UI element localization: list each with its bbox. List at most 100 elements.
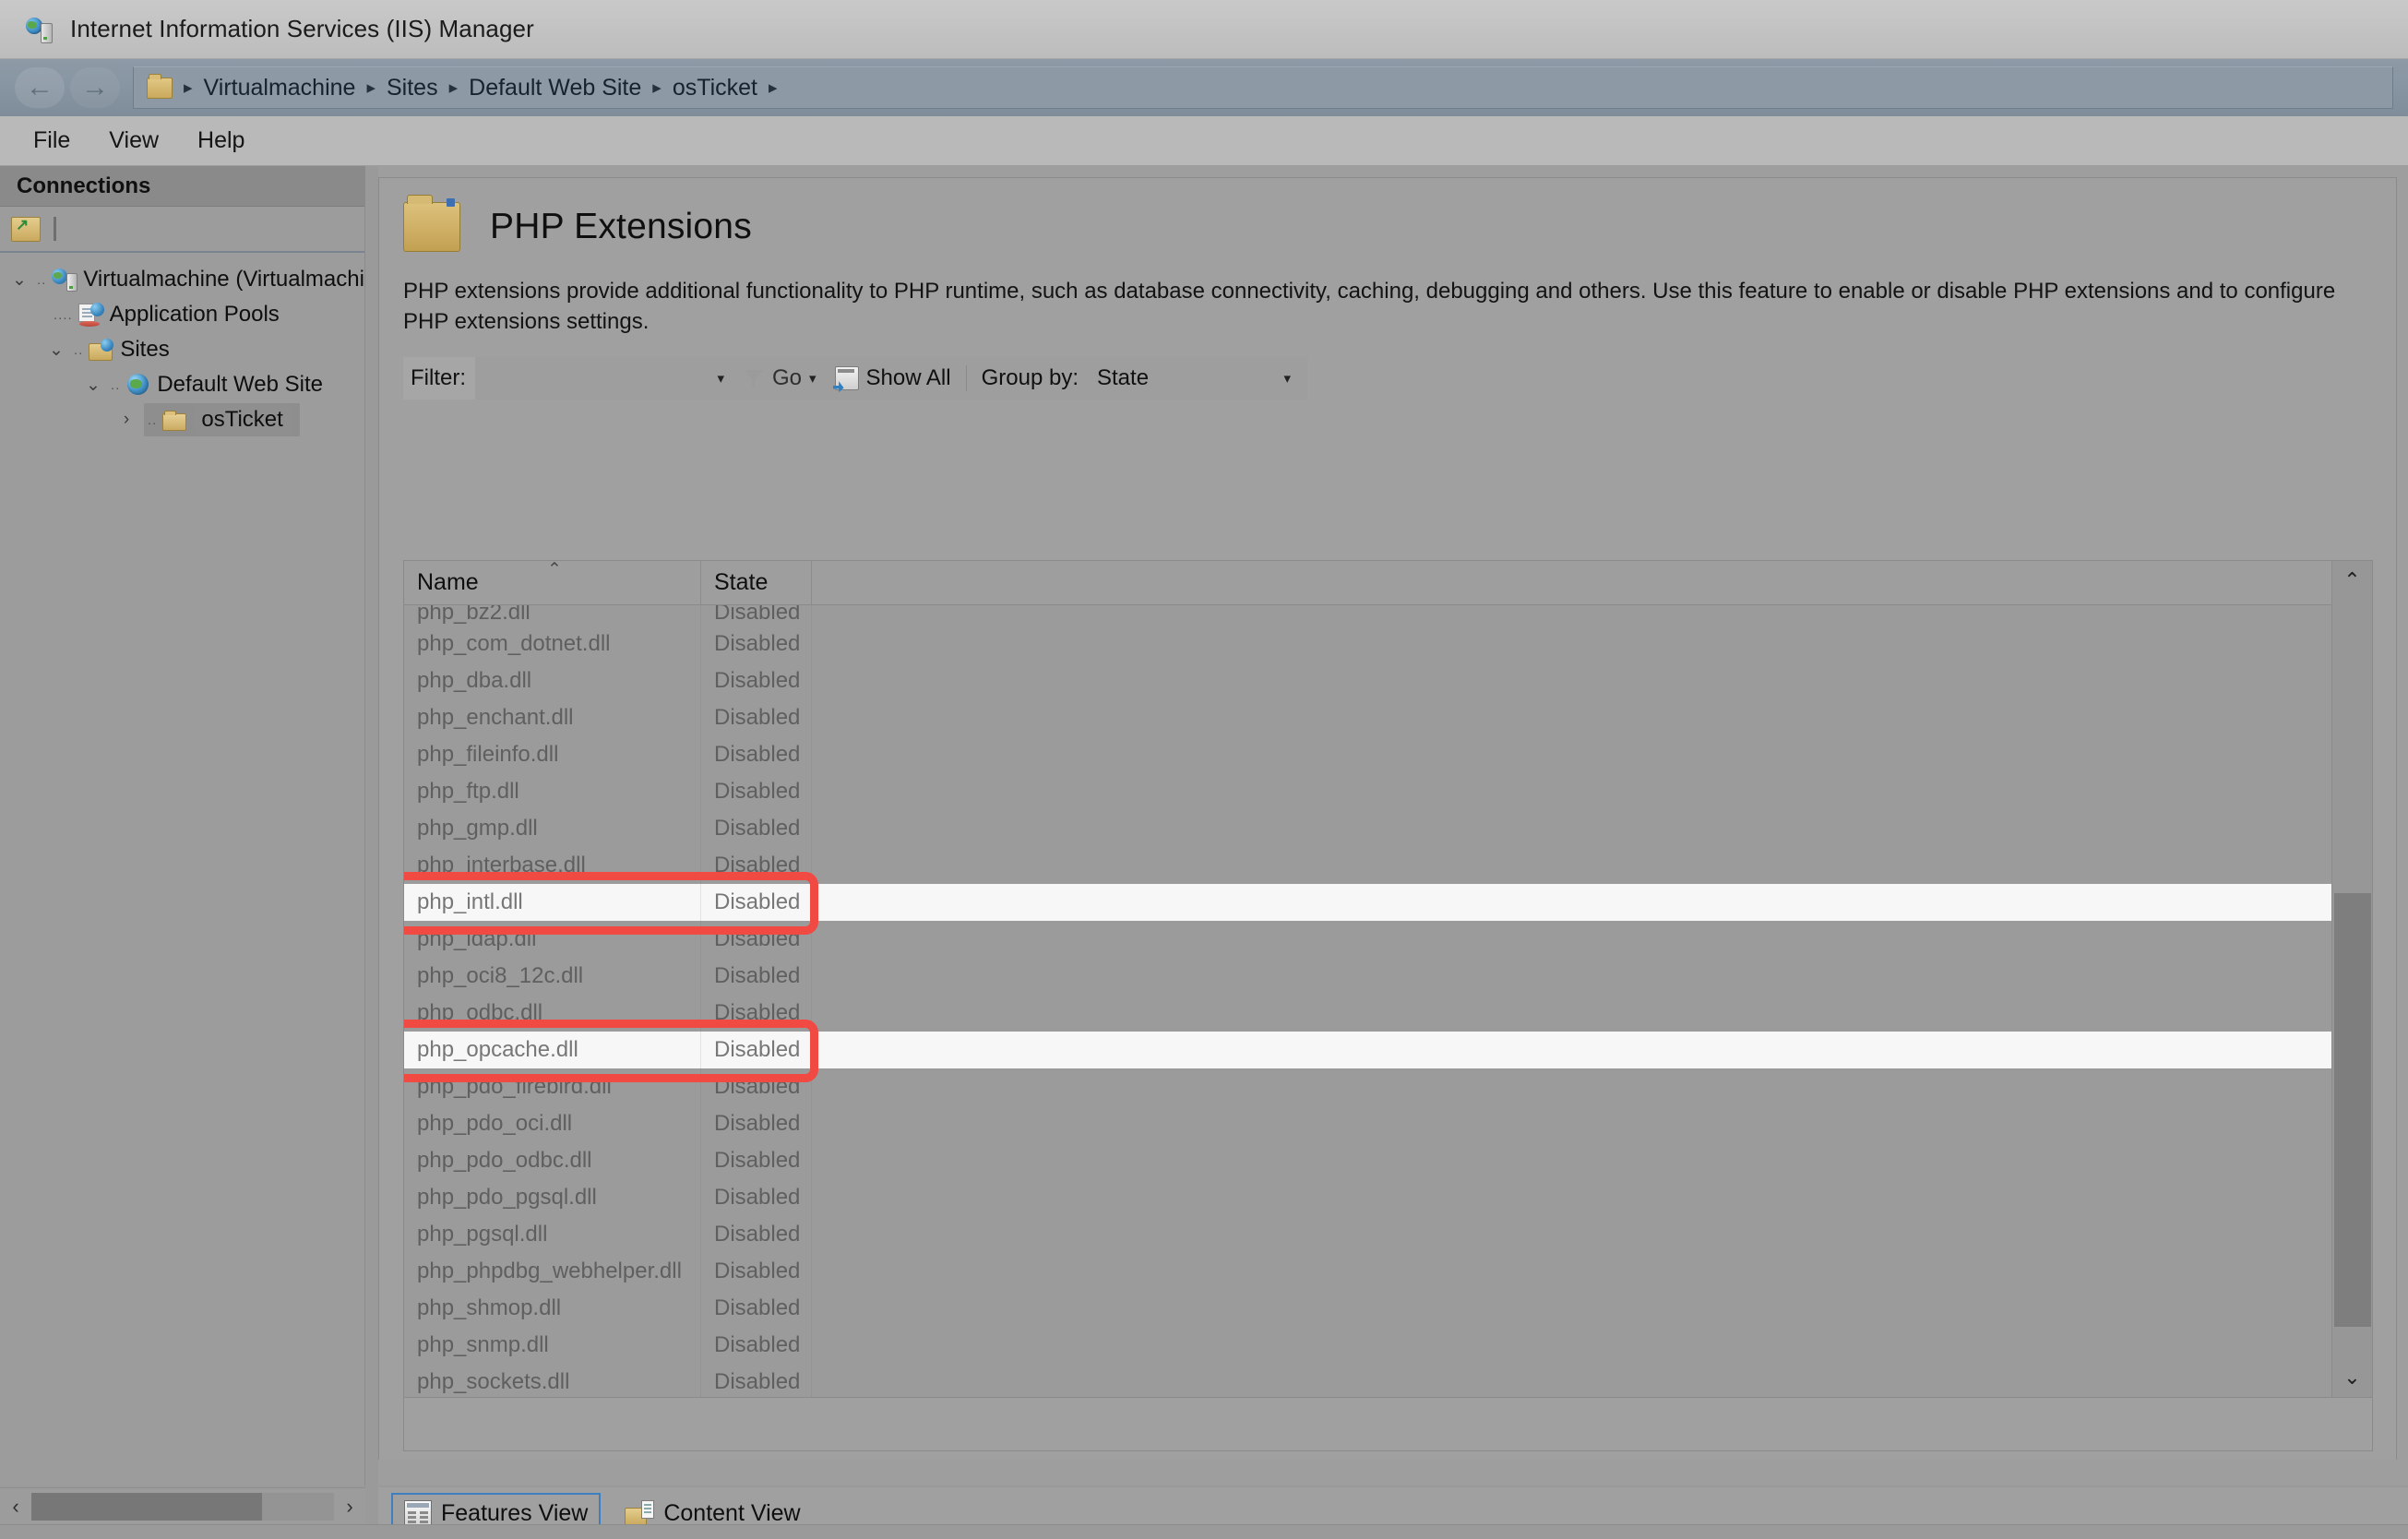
back-button[interactable]: ← bbox=[15, 67, 65, 108]
tree-item-label: Sites bbox=[120, 337, 170, 362]
address-bar: ← → ▸ Virtualmachine ▸ Sites ▸ Default W… bbox=[0, 59, 2408, 116]
list-body[interactable]: php_bz2.dll Disabled php_com_dotnet.dll Dis… bbox=[404, 605, 2372, 1397]
cell-state: Disabled bbox=[701, 605, 812, 626]
chevron-down-icon[interactable]: ⌄ bbox=[7, 268, 31, 292]
menu-help[interactable]: Help bbox=[183, 124, 259, 158]
chevron-right-icon[interactable]: › bbox=[114, 408, 138, 432]
cell-name: php_fileinfo.dll bbox=[404, 736, 701, 773]
table-row[interactable]: php_snmp.dll Disabled bbox=[404, 1327, 2372, 1364]
breadcrumb[interactable]: ▸ Virtualmachine ▸ Sites ▸ Default Web S… bbox=[133, 66, 2393, 109]
toolbar-cursor bbox=[54, 217, 56, 241]
cell-name: php_ldap.dll bbox=[404, 921, 701, 958]
chevron-down-icon[interactable]: ▾ bbox=[809, 370, 817, 387]
cell-state: Disabled bbox=[701, 662, 812, 699]
table-row[interactable]: php_com_dotnet.dll Disabled bbox=[404, 626, 2372, 662]
table-row[interactable]: php_ftp.dll Disabled bbox=[404, 773, 2372, 810]
table-row[interactable]: php_shmop.dll Disabled bbox=[404, 1290, 2372, 1327]
column-header-name[interactable]: Name ⌃ bbox=[404, 561, 701, 604]
table-row[interactable]: php_fileinfo.dll Disabled bbox=[404, 736, 2372, 773]
scrollbar-track[interactable] bbox=[31, 1492, 334, 1521]
chevron-down-icon[interactable]: ▾ bbox=[1283, 370, 1291, 387]
tree-connector: .. bbox=[111, 376, 121, 393]
scroll-right-icon[interactable]: › bbox=[334, 1489, 365, 1524]
table-row[interactable]: php_sockets.dll Disabled bbox=[404, 1364, 2372, 1397]
chevron-down-icon[interactable]: ▾ bbox=[717, 370, 724, 387]
menu-file[interactable]: File bbox=[18, 124, 85, 158]
website-globe-icon bbox=[125, 373, 151, 397]
group-by-label: Group by: bbox=[981, 365, 1079, 391]
breadcrumb-separator: ▸ bbox=[366, 78, 376, 98]
breadcrumb-item-default-web-site[interactable]: Default Web Site bbox=[469, 75, 641, 101]
connections-tree: ⌄ .. Virtualmachine (Virtualmachi .... A… bbox=[0, 253, 364, 437]
tree-item-osticket[interactable]: › .. osTicket bbox=[0, 402, 364, 437]
cell-name: php_interbase.dll bbox=[404, 847, 701, 884]
table-row[interactable]: php_opcache.dll Disabled bbox=[404, 1032, 2372, 1068]
cell-name: php_sockets.dll bbox=[404, 1364, 701, 1397]
tree-item-label: Default Web Site bbox=[157, 372, 323, 397]
cell-name: php_pdo_oci.dll bbox=[404, 1105, 701, 1142]
table-row[interactable]: php_interbase.dll Disabled bbox=[404, 847, 2372, 884]
folder-icon bbox=[147, 73, 173, 99]
navigation-buttons: ← → bbox=[15, 67, 120, 108]
tree-connector: .. bbox=[37, 271, 47, 288]
funnel-icon bbox=[743, 367, 765, 389]
cell-state: Disabled bbox=[701, 699, 812, 736]
scrollbar-thumb[interactable] bbox=[2334, 893, 2371, 1327]
list-vertical-scrollbar[interactable]: ⌃ ⌄ bbox=[2331, 561, 2372, 1397]
breadcrumb-item-sites[interactable]: Sites bbox=[387, 75, 438, 101]
table-row[interactable]: php_pdo_odbc.dll Disabled bbox=[404, 1142, 2372, 1179]
table-row[interactable]: php_gmp.dll Disabled bbox=[404, 810, 2372, 847]
chevron-down-icon[interactable]: ⌄ bbox=[81, 373, 105, 397]
tab-content-view-label: Content View bbox=[663, 1499, 801, 1526]
filter-input[interactable]: ▾ bbox=[475, 357, 733, 400]
tree-item-label: osTicket bbox=[194, 405, 291, 435]
chevron-down-icon[interactable]: ⌄ bbox=[44, 338, 68, 362]
cell-state: Disabled bbox=[701, 1142, 812, 1179]
tab-features-view-label: Features View bbox=[441, 1499, 589, 1526]
group-by-value: State bbox=[1097, 365, 1150, 391]
scroll-up-icon[interactable]: ⌃ bbox=[2332, 561, 2372, 600]
tree-item-default-web-site[interactable]: ⌄ .. Default Web Site bbox=[0, 367, 364, 402]
go-button[interactable]: Go ▾ bbox=[733, 357, 826, 400]
group-by-select[interactable]: State ▾ bbox=[1088, 357, 1300, 400]
forward-button[interactable]: → bbox=[70, 67, 120, 108]
scroll-left-icon[interactable]: ‹ bbox=[0, 1489, 31, 1524]
table-row[interactable]: php_intl.dll Disabled bbox=[404, 884, 2372, 921]
table-row[interactable]: php_phpdbg_webhelper.dll Disabled bbox=[404, 1253, 2372, 1290]
connections-title: Connections bbox=[17, 173, 151, 198]
tree-item-virtualmachine[interactable]: ⌄ .. Virtualmachine (Virtualmachi bbox=[0, 262, 364, 297]
connections-pane: Connections ⌄ .. Virtualmachine (Virtual… bbox=[0, 166, 365, 1485]
table-row[interactable]: php_pdo_oci.dll Disabled bbox=[404, 1105, 2372, 1142]
tree-item-application-pools[interactable]: .... Application Pools bbox=[0, 297, 364, 332]
table-row[interactable]: php_ldap.dll Disabled bbox=[404, 921, 2372, 958]
table-row[interactable]: php_pdo_firebird.dll Disabled bbox=[404, 1068, 2372, 1105]
cell-name: php_pgsql.dll bbox=[404, 1216, 701, 1253]
list-footer bbox=[403, 1398, 2373, 1451]
menu-bar: File View Help bbox=[0, 116, 2408, 166]
scroll-down-icon[interactable]: ⌄ bbox=[2332, 1358, 2372, 1397]
table-row[interactable]: php_oci8_12c.dll Disabled bbox=[404, 958, 2372, 995]
tree-item-sites[interactable]: ⌄ .. Sites bbox=[0, 332, 364, 367]
breadcrumb-separator: ▸ bbox=[652, 78, 662, 98]
table-row[interactable]: php_enchant.dll Disabled bbox=[404, 699, 2372, 736]
cell-name: php_shmop.dll bbox=[404, 1290, 701, 1327]
table-row[interactable]: php_pdo_pgsql.dll Disabled bbox=[404, 1179, 2372, 1216]
cell-name: php_gmp.dll bbox=[404, 810, 701, 847]
cell-state: Disabled bbox=[701, 1068, 812, 1105]
connect-to-server-icon[interactable] bbox=[11, 216, 41, 242]
cell-state: Disabled bbox=[701, 773, 812, 810]
table-row[interactable]: php_dba.dll Disabled bbox=[404, 662, 2372, 699]
application-pools-icon bbox=[77, 303, 104, 327]
breadcrumb-item-virtualmachine[interactable]: Virtualmachine bbox=[204, 75, 356, 101]
show-all-button[interactable]: Show All bbox=[826, 357, 960, 400]
cell-state: Disabled bbox=[701, 1032, 812, 1068]
scrollbar-thumb[interactable] bbox=[31, 1492, 262, 1521]
content-view-icon bbox=[625, 1500, 655, 1526]
table-row[interactable]: php_pgsql.dll Disabled bbox=[404, 1216, 2372, 1253]
column-header-state[interactable]: State bbox=[701, 561, 812, 604]
breadcrumb-item-osticket[interactable]: osTicket bbox=[673, 75, 757, 101]
table-row[interactable]: php_odbc.dll Disabled bbox=[404, 995, 2372, 1032]
table-row[interactable]: php_bz2.dll Disabled bbox=[404, 605, 2372, 626]
connections-horizontal-scrollbar[interactable]: ‹ › bbox=[0, 1487, 365, 1524]
menu-view[interactable]: View bbox=[94, 124, 173, 158]
